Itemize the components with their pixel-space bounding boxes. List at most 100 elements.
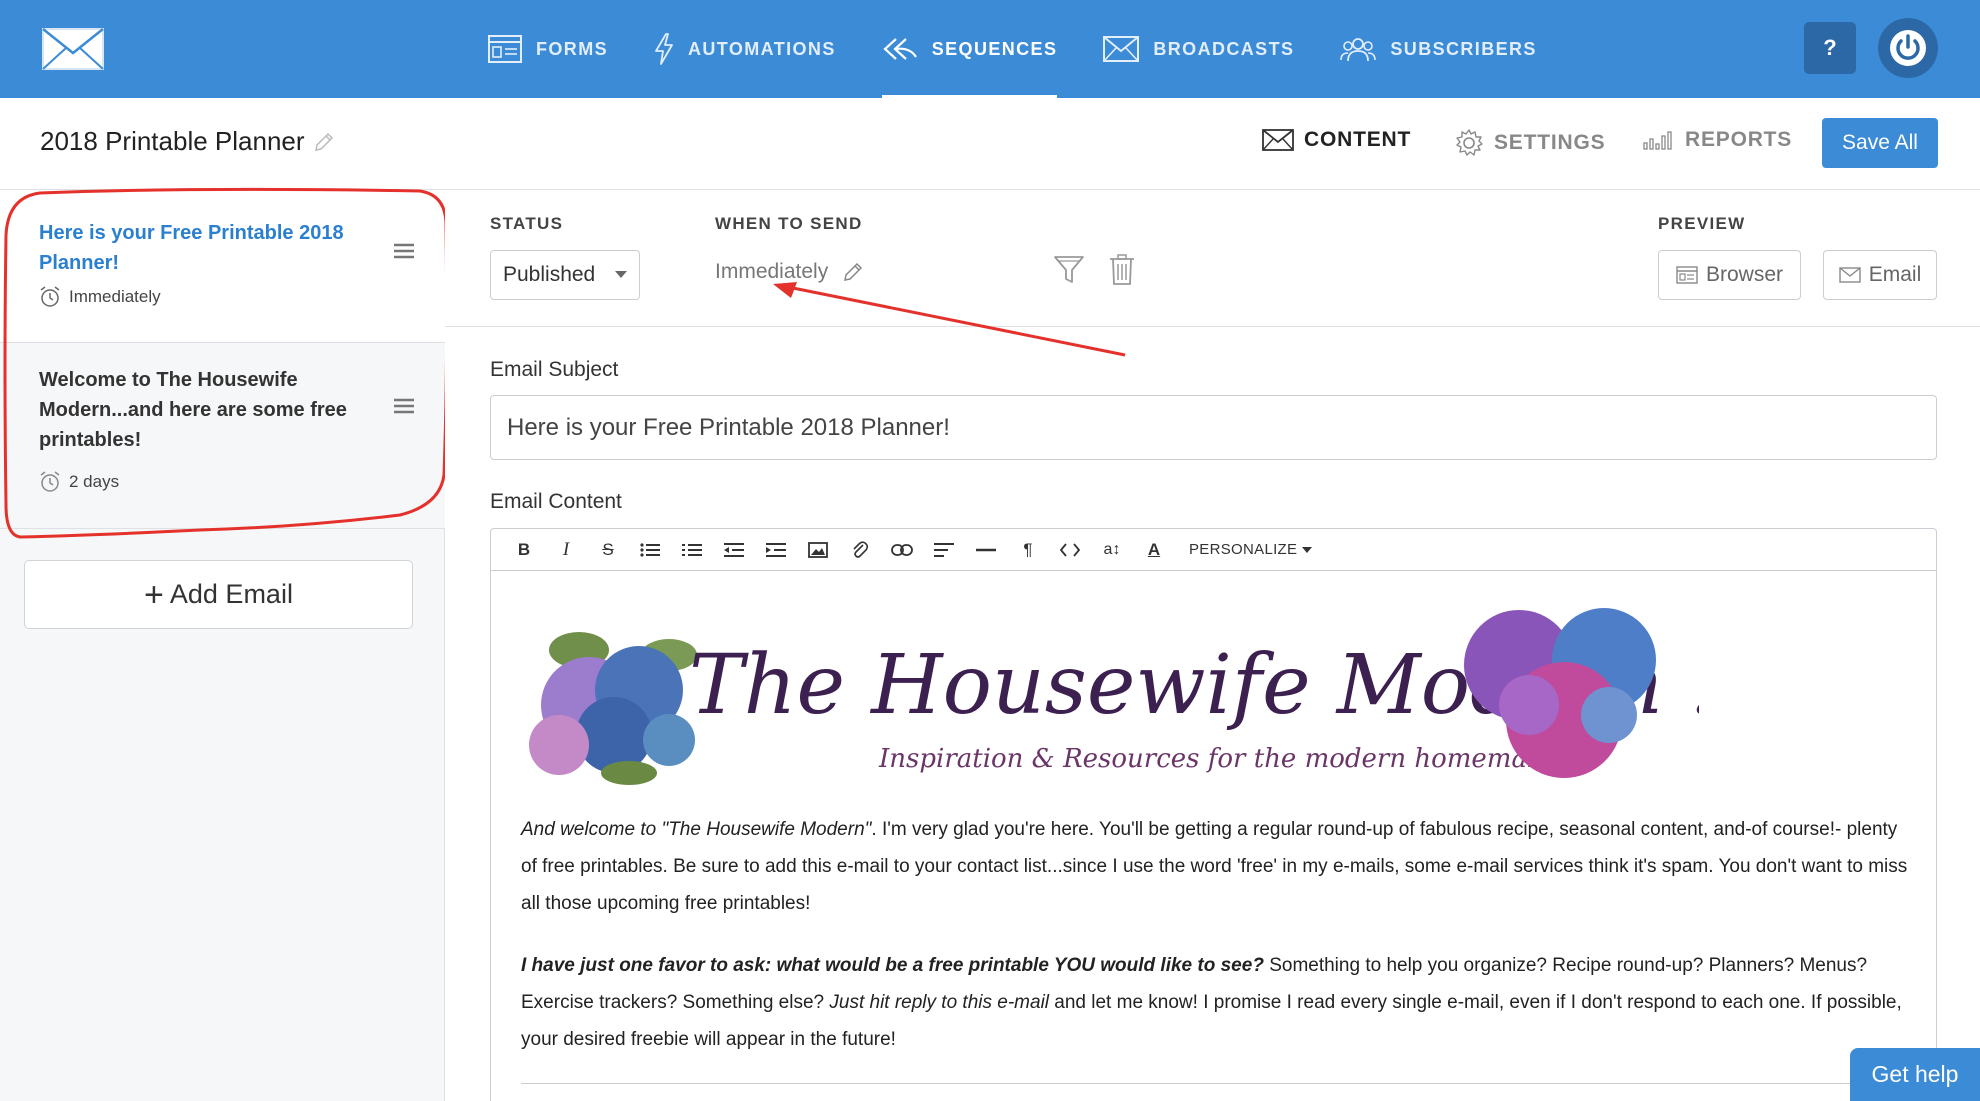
trash-icon[interactable] bbox=[1109, 254, 1135, 286]
editor-toolbar: B I S ¶ a↕ A PERSONALIZE bbox=[491, 529, 1936, 571]
preview-label: PREVIEW bbox=[1658, 214, 1746, 233]
nav-subscribers[interactable]: SUBSCRIBERS bbox=[1340, 0, 1536, 98]
pencil-icon[interactable] bbox=[313, 131, 335, 153]
add-email-label: Add Email bbox=[169, 579, 293, 609]
email-paragraph-2: I have just one favor to ask: what would… bbox=[521, 947, 1911, 1058]
when-to-send-value[interactable]: Immediately bbox=[715, 260, 864, 284]
email-item-delay-text: 2 days bbox=[69, 472, 120, 491]
drag-handle-icon[interactable] bbox=[393, 397, 415, 415]
bar-chart-icon bbox=[1643, 131, 1672, 150]
email-editor-panel: STATUS Published WHEN TO SEND Immediatel… bbox=[445, 190, 1980, 1101]
nav-broadcasts-label: BROADCASTS bbox=[1153, 38, 1295, 59]
red-annotation-arrow bbox=[773, 282, 1126, 357]
image-icon[interactable] bbox=[797, 529, 839, 571]
sequence-title[interactable]: 2018 Printable Planner bbox=[40, 126, 335, 157]
preview-browser-button[interactable]: Browser bbox=[1658, 250, 1801, 300]
nav-broadcasts[interactable]: BROADCASTS bbox=[1103, 0, 1294, 98]
help-button[interactable]: ? bbox=[1804, 22, 1856, 74]
alarm-clock-icon bbox=[40, 471, 60, 492]
envelope-icon bbox=[1839, 267, 1861, 283]
paragraph-2-strong: I have just one favor to ask: what would… bbox=[521, 955, 1264, 976]
drag-handle-icon[interactable] bbox=[393, 242, 415, 260]
email-subject-input[interactable]: Here is your Free Printable 2018 Planner… bbox=[490, 395, 1937, 460]
form-icon bbox=[488, 35, 522, 63]
email-settings-row: STATUS Published WHEN TO SEND Immediatel… bbox=[445, 190, 1980, 357]
preview-email-button[interactable]: Email bbox=[1823, 250, 1937, 300]
power-icon bbox=[1890, 30, 1926, 66]
plus-icon: + bbox=[144, 575, 164, 614]
paragraph-icon[interactable]: ¶ bbox=[1007, 529, 1049, 571]
code-icon[interactable] bbox=[1049, 529, 1091, 571]
email-item-delay: Immediately bbox=[39, 286, 161, 308]
indent-icon[interactable] bbox=[755, 529, 797, 571]
outdent-icon[interactable] bbox=[713, 529, 755, 571]
envelope-logo-icon[interactable] bbox=[42, 28, 104, 70]
align-left-icon[interactable] bbox=[923, 529, 965, 571]
attachment-icon[interactable] bbox=[839, 529, 881, 571]
nav-subscribers-label: SUBSCRIBERS bbox=[1390, 38, 1537, 59]
lightning-icon bbox=[655, 33, 673, 65]
when-to-send-label: WHEN TO SEND bbox=[715, 214, 863, 233]
email-content-editor[interactable]: B I S ¶ a↕ A PERSONALIZE The Housewife M… bbox=[490, 528, 1937, 1101]
browser-icon bbox=[1676, 266, 1698, 284]
email-list-item[interactable]: Here is your Free Printable 2018 Planner… bbox=[0, 190, 445, 343]
caret-down-icon bbox=[1302, 546, 1313, 553]
bullet-list-icon[interactable] bbox=[629, 529, 671, 571]
tab-reports-label: REPORTS bbox=[1685, 128, 1793, 151]
italic-icon[interactable]: I bbox=[545, 529, 587, 571]
email-list-item[interactable]: Welcome to The Housewife Modern...and he… bbox=[0, 343, 445, 529]
email-item-title: Welcome to The Housewife Modern...and he… bbox=[39, 369, 347, 451]
nav-automations-label: AUTOMATIONS bbox=[688, 38, 836, 59]
envelope-icon bbox=[1103, 36, 1140, 62]
email-subject-label: Email Subject bbox=[490, 358, 619, 381]
housewife-modern-banner-image: The Housewife Modern ... Inspiration & R… bbox=[529, 608, 1699, 785]
add-email-button[interactable]: + Add Email bbox=[24, 560, 413, 629]
filter-icon[interactable] bbox=[1053, 254, 1085, 286]
tab-content-label: CONTENT bbox=[1304, 128, 1412, 151]
numbered-list-icon[interactable] bbox=[671, 529, 713, 571]
nav-sequences[interactable]: SEQUENCES bbox=[881, 0, 1058, 98]
personalize-label: PERSONALIZE bbox=[1189, 541, 1298, 558]
nav-sequences-label: SEQUENCES bbox=[931, 38, 1058, 59]
personalize-dropdown[interactable]: PERSONALIZE bbox=[1189, 541, 1313, 558]
nav-forms-label: FORMS bbox=[536, 38, 608, 59]
paragraph-2-emphasis: Just hit reply to this e-mail bbox=[829, 992, 1050, 1013]
status-select[interactable]: Published bbox=[490, 250, 640, 300]
email-list-sidebar: Here is your Free Printable 2018 Planner… bbox=[0, 190, 445, 1101]
users-icon bbox=[1340, 38, 1377, 62]
sequence-title-text: 2018 Printable Planner bbox=[40, 126, 305, 156]
gear-icon bbox=[1456, 129, 1483, 156]
when-to-send-text: Immediately bbox=[715, 260, 829, 283]
status-select-value: Published bbox=[503, 263, 596, 286]
chevron-down-icon bbox=[615, 271, 627, 278]
status-label: STATUS bbox=[490, 214, 564, 233]
main-nav: FORMS AUTOMATIONS SEQUENCES BROADCASTS S… bbox=[488, 0, 1583, 98]
alarm-clock-icon bbox=[40, 286, 60, 307]
get-help-button[interactable]: Get help bbox=[1850, 1048, 1980, 1101]
text-color-icon[interactable]: A bbox=[1133, 529, 1175, 571]
font-size-icon[interactable]: a↕ bbox=[1091, 529, 1133, 571]
banner-tagline: Inspiration & Resources for the modern h… bbox=[878, 744, 1572, 774]
save-all-button[interactable]: Save All bbox=[1822, 118, 1938, 168]
account-power-button[interactable] bbox=[1878, 18, 1938, 78]
content-divider bbox=[521, 1083, 1911, 1084]
link-icon[interactable] bbox=[881, 529, 923, 571]
sequence-arrows-icon bbox=[883, 38, 917, 60]
nav-automations[interactable]: AUTOMATIONS bbox=[654, 0, 836, 98]
tab-content[interactable]: CONTENT bbox=[1262, 128, 1411, 152]
tab-settings[interactable]: SETTINGS bbox=[1454, 128, 1605, 158]
horizontal-rule-icon[interactable] bbox=[965, 529, 1007, 571]
tab-settings-label: SETTINGS bbox=[1494, 131, 1606, 154]
envelope-icon bbox=[1262, 129, 1294, 151]
bold-icon[interactable]: B bbox=[503, 529, 545, 571]
sequence-header: 2018 Printable Planner CONTENT SETTINGS … bbox=[0, 98, 1980, 190]
tab-reports[interactable]: REPORTS bbox=[1643, 128, 1792, 152]
pencil-icon[interactable] bbox=[842, 261, 864, 283]
strikethrough-icon[interactable]: S bbox=[587, 529, 629, 571]
preview-browser-label: Browser bbox=[1705, 263, 1784, 286]
paragraph-1-emphasis: And welcome to "The Housewife Modern" bbox=[521, 819, 872, 840]
top-navigation-bar: FORMS AUTOMATIONS SEQUENCES BROADCASTS S… bbox=[0, 0, 1980, 98]
preview-email-label: Email bbox=[1868, 263, 1922, 286]
email-content-label: Email Content bbox=[490, 490, 622, 513]
nav-forms[interactable]: FORMS bbox=[488, 0, 608, 98]
